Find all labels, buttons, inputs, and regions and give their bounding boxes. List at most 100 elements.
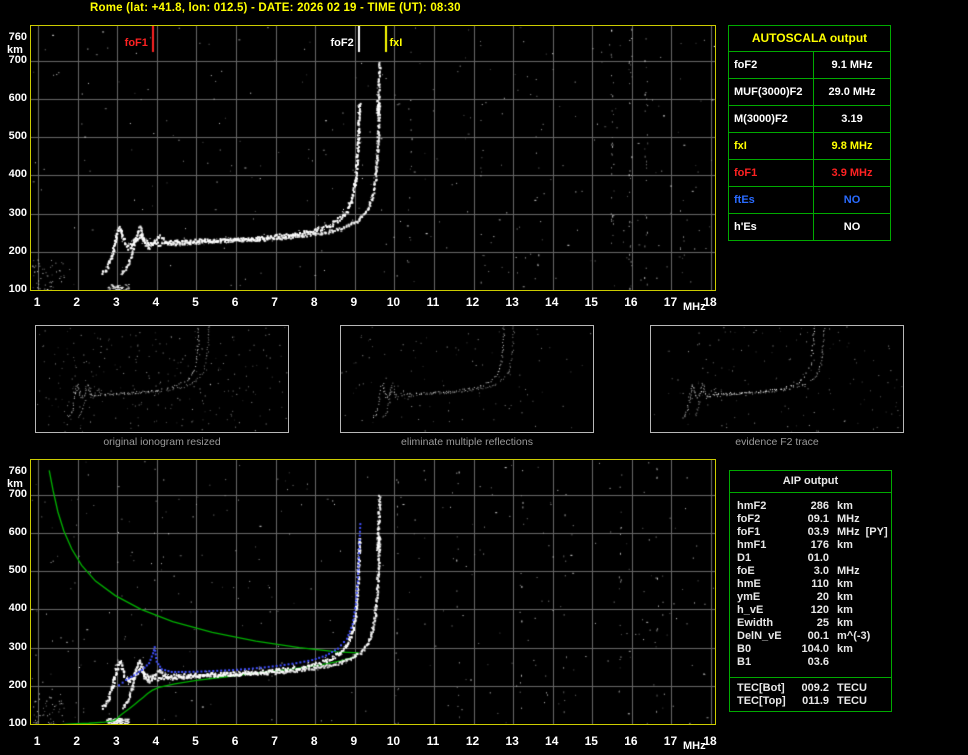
autoscala-param-value: 29.0 MHz — [813, 79, 890, 105]
aip-name: foF1 — [737, 526, 761, 538]
y-tick-label: 600 — [8, 91, 27, 104]
x-tick-label: 14 — [545, 734, 559, 748]
autoscala-row-h'Es: h'Es NO — [729, 214, 890, 240]
x-tick-label: 1 — [33, 295, 41, 309]
x-tick-label: 18 — [703, 734, 717, 748]
aip-val: 110 — [811, 578, 829, 590]
autoscala-param-value: 3.9 MHz — [813, 160, 890, 186]
aip-name: Ewidth — [737, 617, 774, 629]
aip-note — [870, 630, 876, 643]
aip-unit: MHz — [837, 513, 860, 525]
autoscala-param-name: ftEs — [734, 194, 755, 206]
x-tick-label: 10 — [386, 295, 401, 309]
aip-val: 01.0 — [807, 552, 829, 564]
thumbnail-caption-f2: evidence F2 trace — [735, 436, 819, 448]
x-tick-label: 12 — [465, 295, 480, 309]
x-tick-label: 6 — [231, 734, 239, 748]
aip-note — [860, 565, 866, 578]
autoscala-param-value: 9.8 MHz — [813, 133, 890, 159]
x-tick-label: 3 — [112, 734, 120, 748]
aip-unit: km — [837, 643, 853, 655]
aip-row-B0: B0 104.0 km — [737, 643, 891, 656]
aip-val: 20 — [816, 591, 829, 603]
x-tick-label: 16 — [624, 295, 638, 309]
top-ionogram-plot — [30, 25, 716, 291]
tec-row-TEC[Bot]: TEC[Bot] 009.2 TECU — [737, 682, 891, 695]
aip-unit: m^(-3) — [837, 630, 871, 642]
y-tick-label: 200 — [8, 678, 27, 691]
x-tick-label: 1 — [33, 734, 41, 748]
y-tick-label: 600 — [8, 525, 27, 538]
x-tick-label: 12 — [465, 734, 480, 748]
marker-label-foF2: foF2 — [330, 37, 354, 49]
x-tick-label: 15 — [584, 295, 598, 309]
autoscala-row-foF1: foF1 3.9 MHz — [729, 160, 890, 187]
x-tick-label: 3 — [112, 295, 120, 309]
thumbnail-canvas-original — [36, 326, 288, 432]
aip-val: 011.9 — [802, 695, 829, 707]
aip-val: 176 — [810, 539, 829, 551]
x-tick-label: 4 — [152, 734, 160, 748]
aip-val: 09.1 — [807, 513, 829, 525]
x-tick-label: 4 — [152, 295, 160, 309]
x-tick-label: 6 — [231, 295, 239, 309]
autoscala-panel-title: AUTOSCALA output — [729, 26, 890, 52]
aip-row-foE: foE 3.0 MHz — [737, 565, 891, 578]
marker-label-foF1: foF1 — [124, 37, 148, 49]
x-tick-label: 8 — [310, 295, 318, 309]
x-tick-label: 2 — [73, 295, 81, 309]
aip-panel-title: AIP output — [730, 471, 891, 493]
aip-note — [837, 552, 843, 565]
x-tick-label: 17 — [663, 295, 678, 309]
aip-unit: km — [837, 500, 853, 512]
aip-note — [837, 656, 843, 669]
autoscala-row-M(3000)F2: M(3000)F2 3.19 — [729, 106, 890, 133]
aip-name: DelN_vE — [737, 630, 782, 642]
aip-row-DelN_vE: DelN_vE 00.1 m^(-3) — [737, 630, 891, 643]
tec-row-TEC[Top]: TEC[Top] 011.9 TECU — [737, 695, 891, 708]
aip-unit — [829, 552, 837, 565]
thumbnail-evidence-f2 — [650, 325, 904, 433]
thumbnail-caption-original: original ionogram resized — [103, 436, 221, 448]
bottom-ionogram-plot — [30, 459, 716, 725]
thumbnail-eliminate-reflections — [340, 325, 594, 433]
aip-name: hmE — [737, 578, 761, 590]
x-tick-label: 18 — [703, 295, 717, 309]
x-tick-label: 2 — [73, 734, 81, 748]
autoscala-param-value: 9.1 MHz — [813, 52, 890, 78]
autoscala-param-value: 3.19 — [813, 106, 890, 132]
x-tick-label: 13 — [505, 734, 519, 748]
aip-note — [853, 578, 859, 591]
x-tick-label: 17 — [663, 734, 678, 748]
x-tick-label: 11 — [426, 295, 440, 309]
aip-row-B1: B1 03.6 — [737, 656, 891, 669]
autoscala-row-fxI: fxI 9.8 MHz — [729, 133, 890, 160]
marker-label-fxI: fxI — [389, 37, 403, 49]
x-tick-label: 15 — [584, 734, 598, 748]
aip-row-hmE: hmE 110 km — [737, 578, 891, 591]
aip-note — [853, 643, 859, 656]
aip-unit: TECU — [837, 695, 867, 707]
aip-unit: MHz — [837, 565, 860, 577]
aip-name: foF2 — [737, 513, 761, 525]
x-tick-label: 11 — [426, 734, 440, 748]
aip-val: 104.0 — [801, 643, 829, 655]
aip-row-Ewidth: Ewidth 25 km — [737, 617, 891, 630]
y-tick-label: 300 — [8, 640, 27, 653]
aip-note — [853, 604, 859, 617]
thumbnail-caption-reflections: eliminate multiple reflections — [401, 436, 533, 448]
aip-row-hmF1: hmF1 176 km — [737, 539, 891, 552]
aip-unit: km — [837, 591, 853, 603]
autoscala-screen: Rome (lat: +41.8, lon: 012.5) - DATE: 20… — [0, 0, 968, 755]
autoscala-output-panel: AUTOSCALA output foF2 9.1 MHz MUF(3000)F2 2… — [728, 25, 891, 241]
page-title: Rome (lat: +41.8, lon: 012.5) - DATE: 20… — [90, 2, 461, 14]
autoscala-param-name: MUF(3000)F2 — [734, 86, 803, 98]
y-tick-label: 100 — [8, 283, 27, 295]
thumbnail-original-ionogram — [35, 325, 289, 433]
x-tick-label: 13 — [505, 295, 519, 309]
tec-section: TEC[Bot] 009.2 TECU TEC[Top] 011.9 TECU — [730, 677, 891, 711]
x-tick-label: 8 — [310, 734, 318, 748]
thumbnail-canvas-reflections — [341, 326, 593, 432]
aip-unit: km — [837, 617, 853, 629]
x-tick-label: 7 — [271, 734, 278, 748]
